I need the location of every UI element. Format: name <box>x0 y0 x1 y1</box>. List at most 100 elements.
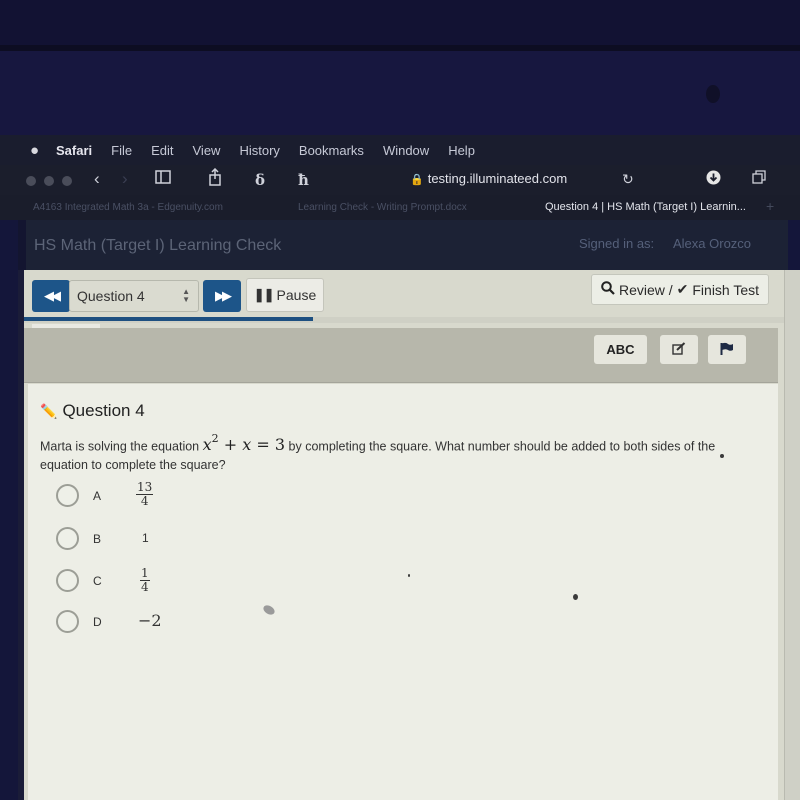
signed-in-label: Signed in as: <box>579 236 655 251</box>
tabs-icon[interactable] <box>752 170 766 188</box>
question-tools-bar: ABC <box>24 328 778 383</box>
question-panel: ✏️ Question 4 Marta is solving the equat… <box>28 384 778 800</box>
choice-value-b: 1 <box>142 531 149 545</box>
numerator: 1 <box>140 566 150 581</box>
close-window-button[interactable] <box>26 176 36 186</box>
share-icon[interactable] <box>208 167 222 190</box>
eq-plus: + <box>223 435 238 455</box>
question-heading: ✏️ Question 4 <box>40 401 145 421</box>
user-name: Alexa Orozco <box>673 236 752 251</box>
zoom-window-button[interactable] <box>62 176 72 186</box>
select-arrows-icon: ▲ ▼ <box>182 287 190 304</box>
question-select[interactable]: Question 4 ▲ ▼ <box>69 280 199 312</box>
screen-dark-area <box>0 51 800 135</box>
radio-b[interactable] <box>56 527 79 550</box>
menu-bookmarks[interactable]: Bookmarks <box>299 143 364 158</box>
sidebar-icon[interactable] <box>155 170 171 188</box>
prompt-text-start: Marta is solving the equation <box>40 439 200 454</box>
choice-a[interactable]: A 13 4 <box>56 481 154 508</box>
spell-check-button[interactable]: ABC <box>594 335 647 364</box>
question-prompt: Marta is solving the equation x2 + x = 3… <box>40 431 760 475</box>
review-label: Review / <box>618 281 673 298</box>
choice-value-a: 13 4 <box>136 476 154 508</box>
browser-toolbar: ‹ › δ ħ 🔒 testing.illuminateed.com ↻ <box>0 165 800 195</box>
denominator: 4 <box>140 494 149 508</box>
menu-view[interactable]: View <box>193 143 221 158</box>
progress-fill <box>24 317 313 321</box>
numerator: 13 <box>136 480 154 495</box>
choice-letter-d: D <box>93 614 102 629</box>
flag-question-button[interactable] <box>708 335 746 364</box>
window-scrollbar[interactable] <box>784 270 800 800</box>
tab-edgenuity[interactable]: A4163 Integrated Math 3a - Edgenuity.com <box>33 202 223 213</box>
menu-window[interactable]: Window <box>383 143 429 158</box>
pause-label: Pause <box>276 287 317 303</box>
extension-k-icon[interactable]: ħ <box>298 171 309 189</box>
dust-speck <box>261 603 277 617</box>
pause-icon: ❚❚ <box>253 287 275 302</box>
pause-button[interactable]: ❚❚ Pause <box>246 278 324 312</box>
double-chevron-right-icon: ▶▶ <box>215 288 232 303</box>
menu-bar: ● Safari File Edit View History Bookmark… <box>0 135 800 165</box>
fraction: 1 4 <box>140 567 150 594</box>
forward-icon[interactable]: › <box>122 169 128 189</box>
denominator: 4 <box>141 580 149 594</box>
abc-label: ABC <box>606 342 635 357</box>
pencil-icon: ✏️ <box>40 402 58 419</box>
menu-safari[interactable]: Safari <box>56 143 92 158</box>
notes-button[interactable] <box>660 335 698 364</box>
reload-icon[interactable]: ↻ <box>622 171 634 188</box>
test-progress-bar <box>24 317 784 323</box>
dust-speck <box>408 574 410 577</box>
eq-var: x <box>202 435 212 455</box>
choice-letter-c: C <box>93 573 102 588</box>
previous-question-button[interactable]: ◀◀ <box>32 280 70 312</box>
tab-question-4[interactable]: Question 4 | HS Math (Target I) Learnin.… <box>545 201 746 213</box>
choice-value-d: −2 <box>138 611 162 630</box>
choice-b[interactable]: B 1 <box>56 527 149 550</box>
radio-a[interactable] <box>56 484 79 507</box>
review-finish-button[interactable]: Review / ✔ Finish Test <box>591 274 769 305</box>
fraction: 13 4 <box>136 480 154 508</box>
download-icon[interactable] <box>706 170 721 189</box>
choice-d[interactable]: D −2 <box>56 610 162 633</box>
url-text: testing.illuminateed.com <box>427 171 568 186</box>
eq-rhs: 3 <box>274 435 286 455</box>
dust-speck <box>573 594 578 600</box>
checkmark-icon: ✔ <box>676 281 689 297</box>
minimize-window-button[interactable] <box>44 176 54 186</box>
camera <box>706 85 720 103</box>
app-header: HS Math (Target I) Learning Check Signed… <box>18 220 788 270</box>
apple-menu-icon[interactable]: ● <box>30 142 56 159</box>
eq-equals: = <box>256 435 270 455</box>
finish-label: Finish Test <box>692 281 760 298</box>
choice-c[interactable]: C 1 4 <box>56 567 150 594</box>
tab-bar: A4163 Integrated Math 3a - Edgenuity.com… <box>0 195 800 220</box>
radio-d[interactable] <box>56 610 79 633</box>
choice-letter-b: B <box>93 531 102 546</box>
flag-icon <box>720 342 734 358</box>
tab-writing-prompt[interactable]: Learning Check - Writing Prompt.docx <box>298 202 467 213</box>
lock-icon: 🔒 <box>410 174 424 186</box>
double-chevron-left-icon: ◀◀ <box>44 288 61 303</box>
menu-history[interactable]: History <box>239 143 279 158</box>
question-title: Question 4 <box>62 401 145 420</box>
page-title: HS Math (Target I) Learning Check <box>34 237 282 254</box>
eq-exponent: 2 <box>211 432 219 445</box>
question-select-value: Question 4 <box>77 288 145 304</box>
menu-file[interactable]: File <box>111 143 132 158</box>
extension-s-icon[interactable]: δ <box>255 171 265 189</box>
screen-bezel <box>0 0 800 45</box>
eq-var2: x <box>242 435 252 455</box>
test-content: ◀◀ Question 4 ▲ ▼ ▶▶ ❚❚ Pause Review / ✔ … <box>24 270 784 800</box>
choice-value-c: 1 4 <box>140 562 150 594</box>
new-tab-icon[interactable]: + <box>766 198 774 214</box>
back-icon[interactable]: ‹ <box>94 169 100 189</box>
address-bar[interactable]: 🔒 testing.illuminateed.com <box>410 171 567 186</box>
menu-edit[interactable]: Edit <box>151 143 173 158</box>
next-question-button[interactable]: ▶▶ <box>203 280 241 312</box>
edit-icon <box>672 341 686 358</box>
menu-help[interactable]: Help <box>448 143 475 158</box>
choice-letter-a: A <box>93 488 102 503</box>
radio-c[interactable] <box>56 569 79 592</box>
